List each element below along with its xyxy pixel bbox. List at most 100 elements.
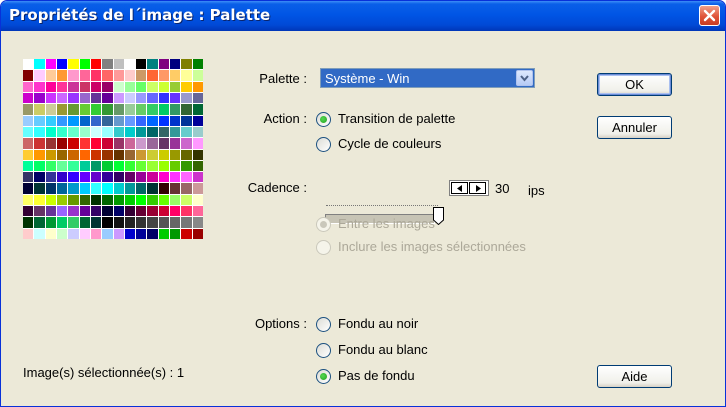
palette-swatch: [158, 59, 170, 70]
palette-swatch: [23, 217, 34, 228]
palette-swatch: [158, 115, 170, 126]
action-label: Action :: [263, 111, 307, 126]
palette-swatch: [147, 228, 158, 239]
dropdown-button[interactable]: [516, 70, 533, 86]
action-transition-radio[interactable]: [316, 112, 331, 127]
palette-swatch: [136, 81, 147, 92]
palette-swatch: [170, 70, 181, 81]
palette-swatch: [192, 183, 203, 194]
palette-swatch: [79, 59, 90, 70]
palette-swatch: [102, 59, 113, 70]
palette-swatch: [90, 217, 102, 228]
action-cycle-label[interactable]: Cycle de couleurs: [338, 136, 441, 151]
palette-swatch: [170, 81, 181, 92]
palette-swatch: [90, 160, 102, 172]
palette-swatch: [56, 217, 68, 228]
palette-swatch: [45, 160, 56, 172]
cadence-unit: ips: [528, 183, 545, 198]
palette-swatch: [56, 92, 68, 104]
palette-swatch: [124, 228, 136, 239]
cadence-stepper[interactable]: [449, 180, 489, 196]
palette-swatch: [34, 183, 45, 194]
palette-swatch: [45, 115, 56, 126]
frames-between-radio[interactable]: [316, 217, 331, 232]
palette-swatch: [113, 149, 124, 160]
palette-swatch: [102, 104, 113, 115]
slider-ticks: [326, 205, 438, 210]
fade-black-radio[interactable]: [316, 317, 331, 332]
ok-button[interactable]: OK: [597, 73, 672, 96]
close-button[interactable]: [699, 5, 720, 26]
palette-swatch: [147, 92, 158, 104]
palette-swatch: [113, 160, 124, 172]
palette-swatch: [23, 92, 34, 104]
palette-swatch: [136, 104, 147, 115]
options-label: Options :: [254, 316, 307, 331]
decrease-button[interactable]: [451, 182, 468, 194]
palette-swatch: [192, 104, 203, 115]
palette-swatch: [23, 194, 34, 206]
palette-swatch: [23, 115, 34, 126]
palette-swatch: [23, 59, 34, 70]
palette-swatch: [90, 172, 102, 183]
palette-swatch: [124, 115, 136, 126]
palette-swatch: [181, 149, 192, 160]
window-title: Propriétés de l´image : Palette: [9, 6, 271, 24]
palette-swatch: [136, 160, 147, 172]
palette-swatch: [56, 138, 68, 149]
palette-swatch: [79, 149, 90, 160]
close-icon: [703, 9, 716, 22]
no-fade-label[interactable]: Pas de fondu: [338, 368, 415, 383]
frames-selected-radio[interactable]: [316, 240, 331, 255]
palette-swatch: [192, 59, 203, 70]
cancel-button[interactable]: Annuler: [597, 116, 672, 139]
palette-swatch: [45, 59, 56, 70]
fade-black-label[interactable]: Fondu au noir: [338, 316, 418, 331]
palette-swatch: [113, 206, 124, 217]
palette-swatch: [34, 70, 45, 81]
palette-swatch: [147, 81, 158, 92]
palette-swatch: [147, 59, 158, 70]
palette-swatch: [170, 138, 181, 149]
palette-swatch: [90, 206, 102, 217]
palette-swatch: [79, 70, 90, 81]
palette-swatch: [147, 194, 158, 206]
palette-select[interactable]: Système - Win: [320, 68, 535, 88]
palette-swatch: [90, 149, 102, 160]
palette-swatch: [23, 104, 34, 115]
action-transition-label[interactable]: Transition de palette: [338, 111, 455, 126]
help-button[interactable]: Aide: [597, 365, 672, 388]
title-bar[interactable]: Propriétés de l´image : Palette: [1, 1, 725, 31]
frames-selected-label[interactable]: Inclure les images sélectionnées: [338, 239, 526, 254]
increase-button[interactable]: [469, 182, 486, 194]
fade-white-label[interactable]: Fondu au blanc: [338, 342, 428, 357]
palette-swatch: [192, 126, 203, 138]
action-cycle-radio[interactable]: [316, 137, 331, 152]
palette-swatch: [181, 206, 192, 217]
palette-swatch: [90, 104, 102, 115]
palette-swatch: [56, 160, 68, 172]
palette-swatch: [34, 138, 45, 149]
palette-swatch: [136, 70, 147, 81]
palette-swatch: [124, 126, 136, 138]
no-fade-radio[interactable]: [316, 369, 331, 384]
palette-swatch: [158, 126, 170, 138]
palette-swatch: [192, 228, 203, 239]
palette-swatch: [192, 138, 203, 149]
cadence-label: Cadence :: [247, 180, 307, 195]
dialog-window: Propriétés de l´image : Palette Palette …: [0, 0, 726, 407]
palette-swatch: [136, 172, 147, 183]
palette-swatch: [113, 228, 124, 239]
palette-swatch: [181, 104, 192, 115]
palette-swatch: [68, 149, 79, 160]
palette-swatch: [181, 115, 192, 126]
palette-swatch: [45, 194, 56, 206]
palette-swatch: [158, 160, 170, 172]
palette-swatch: [158, 70, 170, 81]
palette-swatch: [124, 81, 136, 92]
frames-between-label[interactable]: Entre les images: [338, 216, 435, 231]
fade-white-radio[interactable]: [316, 343, 331, 358]
palette-swatch: [136, 92, 147, 104]
palette-swatch: [102, 172, 113, 183]
palette-swatch: [68, 194, 79, 206]
